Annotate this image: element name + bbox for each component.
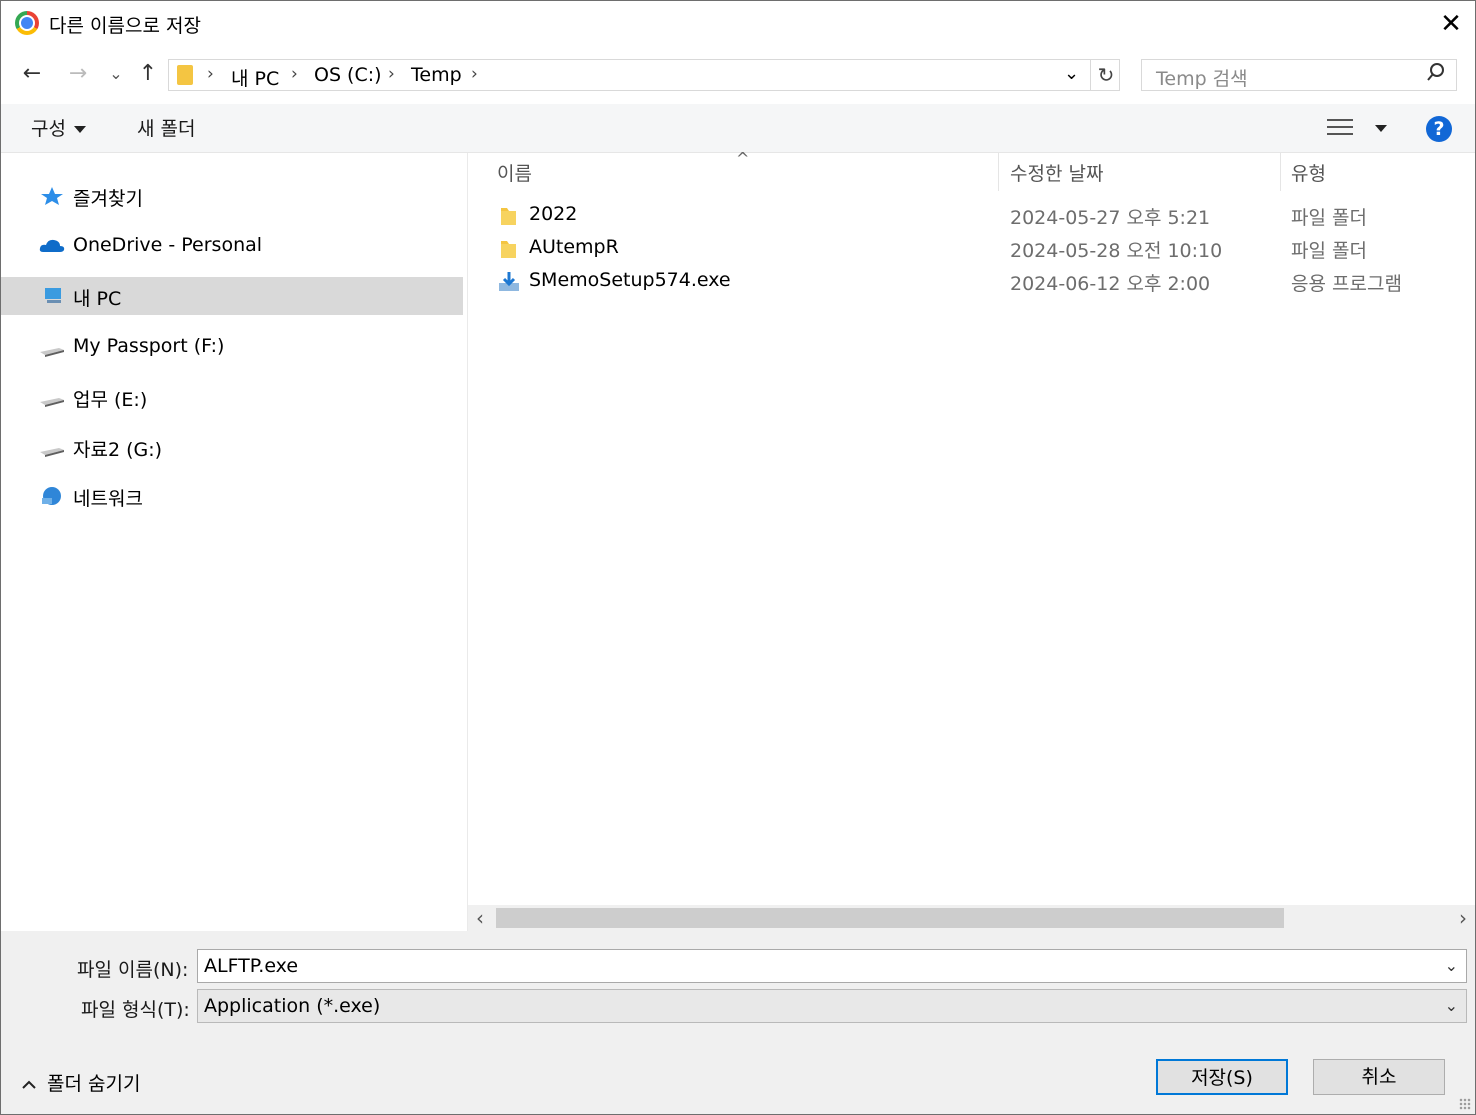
file-row[interactable]: SMemoSetup574.exe 2024-06-12 오후 2:00 응용 …: [468, 267, 1475, 299]
file-name: 2022: [529, 203, 578, 225]
scroll-left-icon[interactable]: ‹: [476, 906, 484, 930]
installer-icon: [499, 272, 519, 291]
hide-folders-label: 폴더 숨기기: [47, 1073, 141, 1095]
sidebar-item-label: OneDrive - Personal: [73, 234, 263, 256]
file-row[interactable]: AUtempR 2024-05-28 오전 10:10 파일 폴더: [468, 234, 1475, 266]
search-input[interactable]: Temp 검색: [1141, 59, 1457, 91]
sidebar-item-data2-drive[interactable]: 자료2 (G:): [1, 428, 463, 466]
horizontal-scrollbar[interactable]: ‹ ›: [468, 905, 1475, 931]
filename-field[interactable]: ALFTP.exe ⌄: [197, 949, 1467, 983]
network-icon: [42, 487, 61, 505]
folder-icon: [177, 65, 193, 85]
sidebar-item-onedrive[interactable]: OneDrive - Personal: [1, 227, 463, 265]
search-placeholder: Temp 검색: [1156, 68, 1248, 90]
filetype-label: 파일 형식(T):: [81, 999, 190, 1021]
refresh-button[interactable]: ↻: [1090, 60, 1121, 90]
command-bar: 구성 새 폴더 ?: [1, 104, 1475, 153]
sidebar-item-label: My Passport (F:): [73, 335, 225, 357]
breadcrumb-separator[interactable]: ›: [471, 64, 478, 84]
drive-icon: [40, 348, 64, 357]
file-row[interactable]: 2022 2024-05-27 오후 5:21 파일 폴더: [468, 201, 1475, 233]
column-header-type[interactable]: 유형: [1291, 159, 1326, 186]
column-header-date[interactable]: 수정한 날짜: [1010, 159, 1103, 186]
sort-ascending-icon: ^: [736, 149, 750, 168]
chevron-up-icon: [22, 1080, 36, 1089]
resize-grip-icon[interactable]: [1459, 1098, 1471, 1110]
cloud-icon: [39, 239, 65, 252]
title-bar: 다른 이름으로 저장 ✕: [1, 1, 1475, 47]
hide-folders-button[interactable]: 폴더 숨기기: [21, 1069, 140, 1096]
address-bar[interactable]: › 내 PC › OS (C:) › Temp › ⌄ ↻: [168, 59, 1120, 91]
file-list: ^ 이름 수정한 날짜 유형 2022 2024-05-27 오후 5:21 파…: [468, 149, 1475, 931]
sidebar-item-my-passport[interactable]: My Passport (F:): [1, 328, 463, 366]
folder-icon: [501, 241, 516, 258]
column-divider[interactable]: [998, 153, 999, 191]
forward-button[interactable]: →: [63, 59, 93, 89]
filename-value: ALFTP.exe: [204, 955, 299, 977]
column-divider[interactable]: [1280, 153, 1281, 191]
chevron-down-icon[interactable]: ⌄: [1064, 63, 1079, 84]
folder-icon: [501, 208, 516, 225]
caret-down-icon[interactable]: [1375, 125, 1387, 132]
navigation-bar: ← → ⌄ ↑ › 내 PC › OS (C:) › Temp › ⌄ ↻ Te…: [1, 55, 1475, 97]
close-button[interactable]: ✕: [1431, 7, 1471, 41]
organize-button[interactable]: 구성: [31, 114, 86, 141]
dialog-title: 다른 이름으로 저장: [49, 15, 201, 37]
scrollbar-thumb[interactable]: [496, 908, 1284, 928]
save-as-dialog: 다른 이름으로 저장 ✕ ← → ⌄ ↑ › 내 PC › OS (C:) › …: [0, 0, 1476, 1115]
breadcrumb-os-c[interactable]: OS (C:): [314, 64, 382, 86]
file-type: 파일 폴더: [1291, 207, 1367, 229]
star-icon: [41, 187, 63, 205]
sidebar-item-label: 내 PC: [73, 288, 122, 310]
file-type: 응용 프로그램: [1291, 273, 1402, 295]
sidebar-item-work-drive[interactable]: 업무 (E:): [1, 378, 463, 416]
sidebar-item-label: 네트워크: [73, 488, 143, 510]
view-options-icon[interactable]: [1327, 116, 1355, 138]
breadcrumb-separator[interactable]: ›: [388, 64, 395, 84]
help-button[interactable]: ?: [1426, 116, 1452, 142]
filename-label: 파일 이름(N):: [77, 959, 189, 981]
scroll-right-icon[interactable]: ›: [1459, 906, 1467, 930]
file-type: 파일 폴더: [1291, 240, 1367, 262]
organize-label: 구성: [31, 118, 66, 140]
breadcrumb-temp[interactable]: Temp: [411, 64, 462, 86]
file-date: 2024-06-12 오후 2:00: [1010, 273, 1211, 295]
sidebar-item-favorites[interactable]: 즐겨찾기: [1, 177, 463, 215]
chrome-icon: [15, 11, 39, 35]
cancel-button[interactable]: 취소: [1313, 1059, 1445, 1095]
sidebar-item-my-pc[interactable]: 내 PC: [1, 277, 463, 315]
chevron-down-icon[interactable]: ⌄: [1445, 956, 1458, 975]
computer-icon: [45, 288, 61, 303]
file-date: 2024-05-27 오후 5:21: [1010, 207, 1211, 229]
breadcrumb-separator[interactable]: ›: [291, 64, 298, 84]
sidebar-item-network[interactable]: 네트워크: [1, 477, 463, 515]
up-button[interactable]: ↑: [133, 59, 163, 89]
back-button[interactable]: ←: [17, 59, 47, 89]
drive-icon: [40, 398, 64, 407]
file-name: AUtempR: [529, 236, 619, 258]
breadcrumb-my-pc[interactable]: 내 PC: [231, 64, 279, 91]
new-folder-button[interactable]: 새 폴더: [137, 114, 195, 141]
save-options-panel: 파일 이름(N): ALFTP.exe ⌄ 파일 형식(T): Applicat…: [1, 931, 1475, 1114]
file-name: SMemoSetup574.exe: [529, 269, 731, 291]
drive-icon: [40, 448, 64, 457]
sidebar-item-label: 자료2 (G:): [73, 439, 163, 461]
save-button[interactable]: 저장(S): [1156, 1059, 1288, 1095]
filetype-select[interactable]: Application (*.exe) ⌄: [197, 989, 1467, 1023]
search-icon: [1426, 62, 1446, 87]
breadcrumb-separator[interactable]: ›: [207, 64, 214, 84]
filetype-value: Application (*.exe): [204, 995, 381, 1017]
chevron-down-icon[interactable]: ⌄: [1445, 996, 1458, 1015]
column-header-name[interactable]: 이름: [497, 159, 532, 186]
navigation-pane: 즐겨찾기 OneDrive - Personal 내 PC My Passpor…: [1, 153, 468, 931]
caret-down-icon: [73, 126, 86, 133]
sidebar-item-label: 즐겨찾기: [73, 188, 143, 210]
sidebar-item-label: 업무 (E:): [73, 389, 148, 411]
file-date: 2024-05-28 오전 10:10: [1010, 240, 1223, 262]
recent-locations-button[interactable]: ⌄: [101, 59, 131, 89]
